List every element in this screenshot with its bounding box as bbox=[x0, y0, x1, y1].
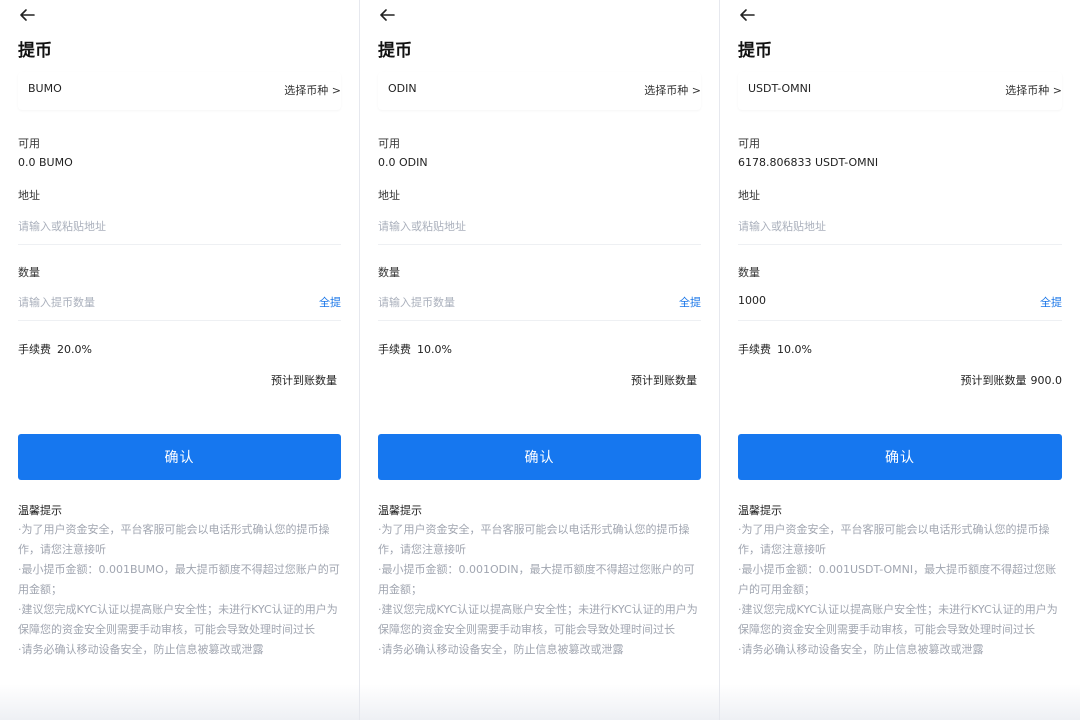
page-title: 提币 bbox=[738, 41, 772, 61]
tip-item: ·最小提币金额：0.001ODIN，最大提币额度不得超过您账户的可用金额； bbox=[378, 563, 695, 596]
available-label: 可用 bbox=[378, 137, 400, 150]
tip-item: ·请务必确认移动设备安全，防止信息被篡改或泄露 bbox=[738, 643, 984, 656]
available-value: 6178.806833 USDT-OMNI bbox=[738, 156, 879, 169]
expected-row: 预计到账数量 900.0 bbox=[961, 372, 1063, 388]
withdraw-screen-odin: 提币 ODIN 选择币种 > 可用 0.0 ODIN 地址 请输入或粘贴地址 数… bbox=[360, 0, 720, 720]
divider bbox=[18, 244, 341, 245]
address-input[interactable]: 请输入或粘贴地址 bbox=[738, 218, 826, 234]
select-coin-link[interactable]: 选择币种 > bbox=[284, 82, 341, 98]
withdraw-screen-usdt-omni: 提币 USDT-OMNI 选择币种 > 可用 6178.806833 USDT-… bbox=[720, 0, 1080, 720]
tip-item: ·为了用户资金安全，平台客服可能会以电话形式确认您的提币操作，请您注意接听 bbox=[738, 523, 1050, 556]
selected-coin: USDT-OMNI bbox=[748, 82, 812, 95]
address-label: 地址 bbox=[18, 189, 40, 202]
withdraw-all-button[interactable]: 全提 bbox=[679, 294, 701, 310]
tips-title: 温馨提示 bbox=[18, 504, 62, 517]
tip-item: ·为了用户资金安全，平台客服可能会以电话形式确认您的提币操作，请您注意接听 bbox=[18, 523, 330, 556]
address-label: 地址 bbox=[378, 189, 400, 202]
confirm-button[interactable]: 确认 bbox=[18, 434, 341, 480]
withdraw-all-button[interactable]: 全提 bbox=[1040, 294, 1062, 310]
selected-coin: ODIN bbox=[388, 82, 417, 95]
amount-input[interactable]: 1000 bbox=[738, 294, 766, 307]
tip-item: ·建议您完成KYC认证以提高账户安全性；未进行KYC认证的用户为保障您的资金安全… bbox=[738, 603, 1058, 636]
select-coin-link[interactable]: 选择币种 > bbox=[1005, 82, 1062, 98]
tips-title: 温馨提示 bbox=[378, 504, 422, 517]
expected-row: 预计到账数量 bbox=[271, 372, 341, 388]
available-value: 0.0 ODIN bbox=[378, 156, 428, 169]
withdraw-screen-bumo: 提币 BUMO 选择币种 > 可用 0.0 BUMO 地址 请输入或粘贴地址 数… bbox=[0, 0, 360, 720]
amount-label: 数量 bbox=[18, 266, 40, 279]
available-value: 0.0 BUMO bbox=[18, 156, 73, 169]
select-coin-link[interactable]: 选择币种 > bbox=[644, 82, 701, 98]
expected-label: 预计到账数量 bbox=[631, 374, 697, 387]
arrow-left-icon[interactable] bbox=[738, 6, 756, 24]
divider bbox=[18, 320, 341, 321]
available-label: 可用 bbox=[18, 137, 40, 150]
amount-label: 数量 bbox=[738, 266, 760, 279]
amount-input[interactable]: 请输入提币数量 bbox=[378, 294, 455, 310]
tip-item: ·建议您完成KYC认证以提高账户安全性；未进行KYC认证的用户为保障您的资金安全… bbox=[378, 603, 698, 636]
coin-selector[interactable]: BUMO 选择币种 > bbox=[18, 72, 341, 110]
screens-row: 提币 BUMO 选择币种 > 可用 0.0 BUMO 地址 请输入或粘贴地址 数… bbox=[0, 0, 1080, 720]
tips-title: 温馨提示 bbox=[738, 504, 782, 517]
tip-item: ·建议您完成KYC认证以提高账户安全性；未进行KYC认证的用户为保障您的资金安全… bbox=[18, 603, 338, 636]
expected-value: 900.0 bbox=[1030, 374, 1063, 387]
fee-label: 手续费 bbox=[378, 343, 411, 356]
fee-label: 手续费 bbox=[738, 343, 771, 356]
expected-label: 预计到账数量 bbox=[960, 374, 1027, 387]
confirm-button[interactable]: 确认 bbox=[738, 434, 1062, 480]
divider bbox=[378, 244, 701, 245]
fee-row: 手续费 10.0% bbox=[738, 341, 812, 357]
available-label: 可用 bbox=[738, 137, 760, 150]
coin-selector[interactable]: ODIN 选择币种 > bbox=[378, 72, 701, 110]
tip-item: ·为了用户资金安全，平台客服可能会以电话形式确认您的提币操作，请您注意接听 bbox=[378, 523, 690, 556]
divider bbox=[738, 244, 1062, 245]
page-title: 提币 bbox=[378, 41, 412, 61]
arrow-left-icon[interactable] bbox=[18, 6, 36, 24]
coin-selector[interactable]: USDT-OMNI 选择币种 > bbox=[738, 72, 1062, 110]
fee-label: 手续费 bbox=[18, 343, 51, 356]
amount-input[interactable]: 请输入提币数量 bbox=[18, 294, 95, 310]
tip-item: ·最小提币金额：0.001USDT-OMNI，最大提币额度不得超过您账户的可用金… bbox=[738, 563, 1057, 596]
address-input[interactable]: 请输入或粘贴地址 bbox=[378, 218, 466, 234]
tip-item: ·最小提币金额：0.001BUMO，最大提币额度不得超过您账户的可用金额； bbox=[18, 563, 340, 596]
divider bbox=[738, 320, 1062, 321]
tip-item: ·请务必确认移动设备安全，防止信息被篡改或泄露 bbox=[18, 643, 264, 656]
arrow-left-icon[interactable] bbox=[378, 6, 396, 24]
amount-label: 数量 bbox=[378, 266, 400, 279]
fee-row: 手续费 20.0% bbox=[18, 341, 92, 357]
tips-list: ·为了用户资金安全，平台客服可能会以电话形式确认您的提币操作，请您注意接听 ·最… bbox=[18, 520, 341, 660]
expected-label: 预计到账数量 bbox=[271, 374, 337, 387]
expected-row: 预计到账数量 bbox=[631, 372, 701, 388]
tips-list: ·为了用户资金安全，平台客服可能会以电话形式确认您的提币操作，请您注意接听 ·最… bbox=[378, 520, 701, 660]
address-input[interactable]: 请输入或粘贴地址 bbox=[18, 218, 106, 234]
divider bbox=[378, 320, 701, 321]
selected-coin: BUMO bbox=[28, 82, 62, 95]
page-title: 提币 bbox=[18, 41, 52, 61]
tips-list: ·为了用户资金安全，平台客服可能会以电话形式确认您的提币操作，请您注意接听 ·最… bbox=[738, 520, 1062, 660]
address-label: 地址 bbox=[738, 189, 760, 202]
confirm-button[interactable]: 确认 bbox=[378, 434, 701, 480]
fee-value: 20.0% bbox=[57, 343, 92, 356]
fee-value: 10.0% bbox=[777, 343, 812, 356]
fee-row: 手续费 10.0% bbox=[378, 341, 452, 357]
fee-value: 10.0% bbox=[417, 343, 452, 356]
withdraw-all-button[interactable]: 全提 bbox=[319, 294, 341, 310]
tip-item: ·请务必确认移动设备安全，防止信息被篡改或泄露 bbox=[378, 643, 624, 656]
